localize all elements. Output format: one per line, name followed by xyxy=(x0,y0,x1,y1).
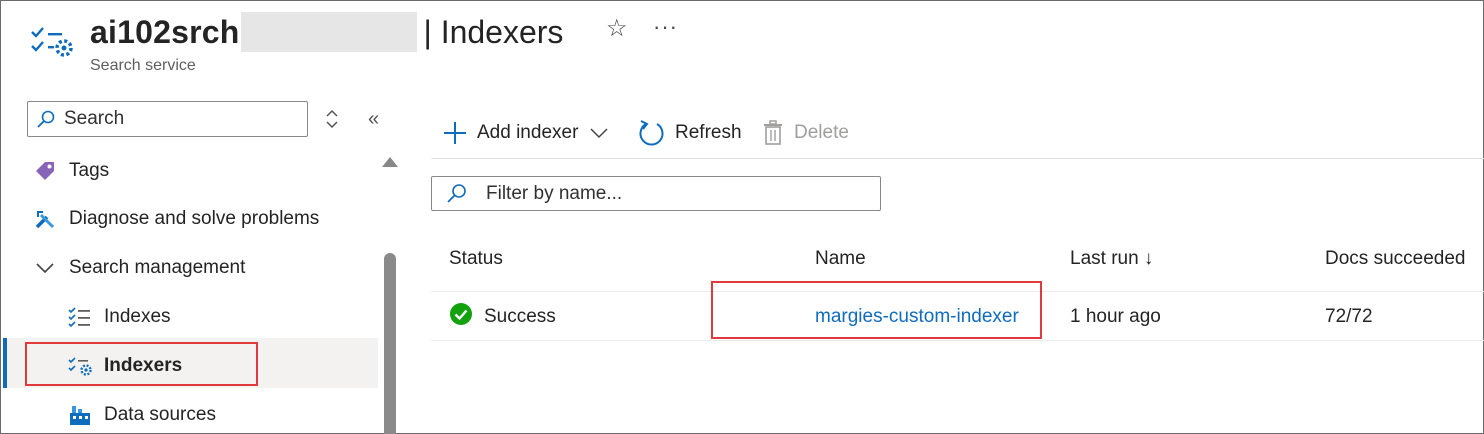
collapse-sidebar-icon[interactable]: « xyxy=(368,108,379,131)
plus-icon xyxy=(444,122,466,144)
scroll-up-arrow-icon[interactable] xyxy=(382,157,398,167)
sidebar-item-label: Tags xyxy=(69,160,110,181)
filter-box[interactable] xyxy=(431,176,881,211)
delete-label: Delete xyxy=(794,122,849,143)
highlight-box-indexers xyxy=(25,342,258,386)
page-title: ai102srch | Indexers xyxy=(90,10,563,54)
column-header-last-run[interactable]: Last run ↓ xyxy=(1070,248,1153,270)
refresh-button[interactable]: Refresh xyxy=(637,117,742,149)
toolbar-divider xyxy=(431,158,1484,159)
sidebar-item-search-management[interactable]: Search management xyxy=(33,246,245,290)
favorite-star-icon[interactable]: ☆ xyxy=(606,14,628,43)
sidebar-item-label: Search management xyxy=(69,257,246,278)
search-service-icon xyxy=(31,27,73,57)
add-indexer-button[interactable]: Add indexer xyxy=(443,117,610,149)
search-icon xyxy=(37,110,55,128)
column-header-docs-succeeded[interactable]: Docs succeeded xyxy=(1325,248,1465,270)
sidebar-search-box[interactable] xyxy=(27,101,308,137)
sidebar-search-input[interactable] xyxy=(64,108,294,130)
sidebar-item-tags[interactable]: Tags xyxy=(33,149,109,193)
row-divider xyxy=(431,340,1484,341)
sidebar-item-label: Data sources xyxy=(104,404,216,425)
search-icon xyxy=(447,183,466,203)
refresh-icon xyxy=(639,120,664,146)
column-header-name[interactable]: Name xyxy=(815,248,866,270)
more-actions-icon[interactable]: ··· xyxy=(653,14,678,40)
row-last-run: 1 hour ago xyxy=(1070,306,1161,327)
delete-button[interactable]: Delete xyxy=(762,117,849,149)
wrench-icon xyxy=(33,207,57,231)
service-name: ai102srch xyxy=(90,13,240,50)
scrollbar-thumb[interactable] xyxy=(384,253,396,434)
chevron-down-icon xyxy=(590,128,608,139)
sidebar-item-indexes[interactable]: Indexes xyxy=(68,295,171,339)
chevron-down-icon xyxy=(33,256,57,280)
row-status: Success xyxy=(484,306,556,327)
sort-updown-icon[interactable] xyxy=(322,107,342,131)
sidebar-item-label: Indexes xyxy=(104,306,171,327)
success-check-icon xyxy=(450,303,472,325)
sidebar-item-diagnose[interactable]: Diagnose and solve problems xyxy=(33,197,319,241)
list-icon xyxy=(68,305,92,329)
refresh-label: Refresh xyxy=(675,122,742,143)
datasource-icon xyxy=(68,403,92,427)
column-header-status[interactable]: Status xyxy=(449,248,503,270)
row-docs-succeeded: 72/72 xyxy=(1325,306,1373,327)
redacted-name xyxy=(241,12,418,52)
add-indexer-label: Add indexer xyxy=(477,122,579,143)
filter-input[interactable] xyxy=(486,182,866,205)
selected-item-indicator xyxy=(3,338,7,388)
trash-icon xyxy=(764,120,782,145)
tag-icon xyxy=(33,159,57,183)
service-type-label: Search service xyxy=(90,57,196,74)
sidebar-item-label: Diagnose and solve problems xyxy=(69,208,320,229)
sidebar-item-data-sources[interactable]: Data sources xyxy=(68,393,216,434)
highlight-box-indexer-name xyxy=(711,281,1042,339)
page-heading: | Indexers xyxy=(423,13,564,50)
